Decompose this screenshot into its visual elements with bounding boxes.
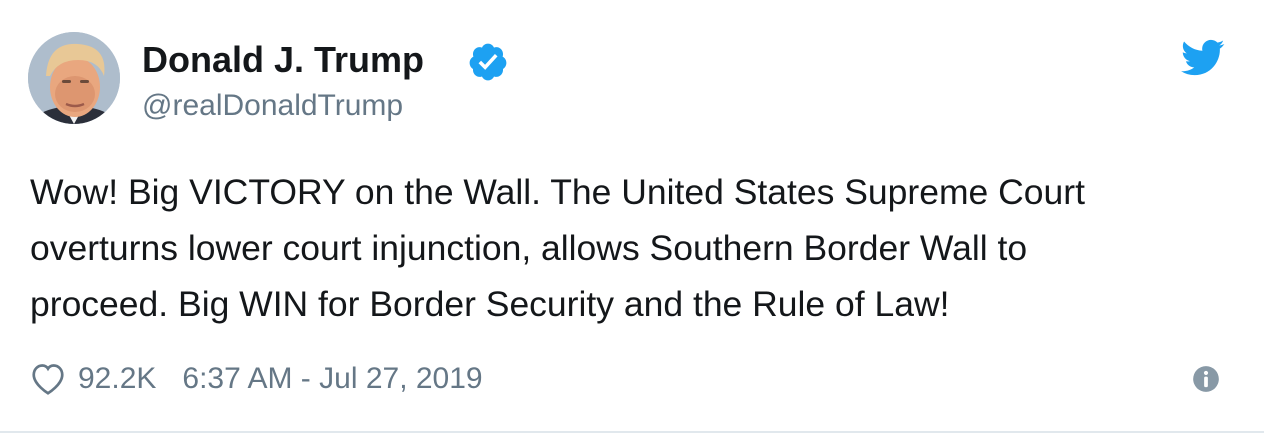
info-icon[interactable]	[1192, 365, 1220, 393]
tweet-text: Wow! Big VICTORY on the Wall. The United…	[30, 164, 1245, 332]
timestamp[interactable]: 6:37 AM - Jul 27, 2019	[182, 362, 482, 396]
heart-icon[interactable]	[30, 362, 66, 396]
tweet-footer: 92.2K 6:37 AM - Jul 27, 2019	[30, 357, 483, 401]
page-background	[0, 433, 1264, 443]
verified-badge-icon	[469, 43, 507, 81]
twitter-bird-icon[interactable]	[1181, 39, 1225, 77]
avatar[interactable]	[28, 32, 120, 124]
display-name[interactable]: Donald J. Trump	[142, 38, 424, 82]
avatar-image	[28, 32, 120, 124]
like-count[interactable]: 92.2K	[78, 362, 156, 396]
tweet-text-line: overturns lower court injunction, allows…	[30, 228, 1028, 268]
tweet-text-line: Wow! Big VICTORY on the Wall. The United…	[30, 172, 1085, 212]
tweet-text-line: proceed. Big WIN for Border Security and…	[30, 284, 950, 324]
tweet-card: Donald J. Trump @realDonaldTrump Wow! Bi…	[0, 0, 1264, 431]
user-handle[interactable]: @realDonaldTrump	[142, 86, 403, 126]
